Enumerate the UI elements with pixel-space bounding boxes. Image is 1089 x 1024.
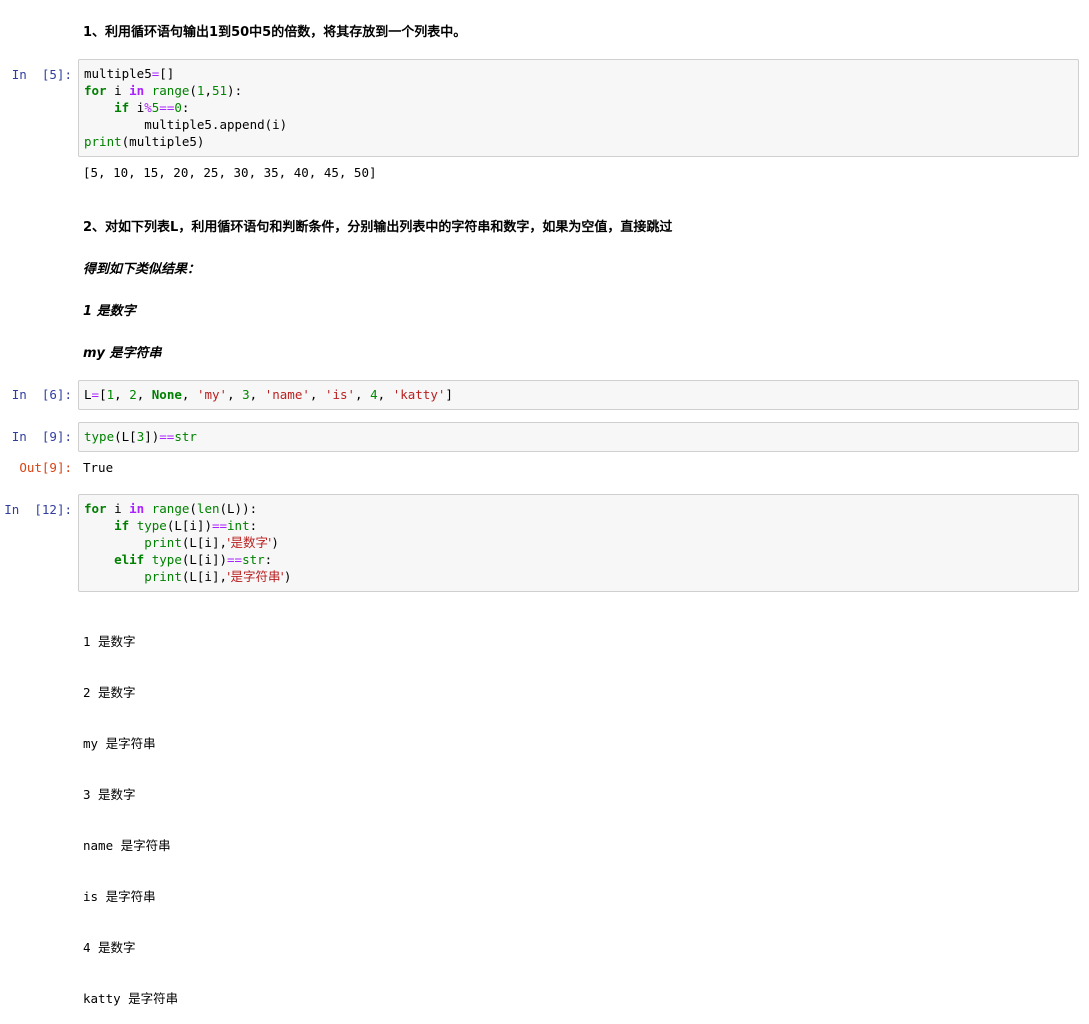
output-line: 2 是数字 — [83, 685, 136, 700]
output-prompt: Out[9]: — [19, 460, 72, 475]
code-cell-input[interactable]: multiple5=[] for i in range(1,51): if i%… — [78, 59, 1079, 157]
code-line: for i in range(len(L)): — [84, 501, 258, 516]
code-cell-input[interactable]: for i in range(len(L)): if type(L[i])==i… — [78, 494, 1079, 592]
code-line: if type(L[i])==int: — [114, 518, 258, 533]
code-line: print(L[i],'是字符串') — [144, 569, 292, 584]
input-prompt: In [9]: — [11, 429, 72, 444]
cell-output: [5, 10, 15, 20, 25, 30, 35, 40, 45, 50] — [83, 165, 377, 180]
code-line: print(multiple5) — [84, 134, 205, 149]
output-line: my 是字符串 — [83, 736, 156, 751]
output-line: 4 是数字 — [83, 940, 136, 955]
markdown-example-2: my 是字符串 — [83, 346, 162, 361]
cell-output: 1 是数字 2 是数字 my 是字符串 3 是数字 name 是字符串 is 是… — [83, 599, 178, 1024]
code-line: elif type(L[i])==str: — [114, 552, 273, 567]
code-line: for i in range(1,51): — [84, 83, 243, 98]
input-prompt: In [6]: — [11, 387, 72, 402]
cell-output: True — [83, 460, 114, 475]
code-cell-input[interactable]: L=[1, 2, None, 'my', 3, 'name', 'is', 4,… — [78, 380, 1079, 410]
markdown-hint: 得到如下类似结果： — [83, 262, 201, 277]
code-line: type(L[3])==str — [84, 429, 197, 444]
code-line: multiple5=[] — [84, 66, 175, 81]
markdown-example-1: 1 是数字 — [83, 304, 136, 319]
output-line: 3 是数字 — [83, 787, 136, 802]
output-line: name 是字符串 — [83, 838, 171, 853]
output-line: 1 是数字 — [83, 634, 136, 649]
code-line: multiple5.append(i) — [84, 117, 288, 132]
output-line: katty 是字符串 — [83, 991, 179, 1006]
code-line: print(L[i],'是数字') — [144, 535, 279, 550]
input-prompt: In [5]: — [11, 67, 72, 82]
markdown-question-1: 1、利用循环语句输出1到50中5的倍数，将其存放到一个列表中。 — [83, 25, 467, 40]
code-line: if i%5==0: — [114, 100, 190, 115]
code-cell-input[interactable]: type(L[3])==str — [78, 422, 1079, 452]
input-prompt: In [12]: — [4, 502, 72, 517]
markdown-question-2: 2、对如下列表L，利用循环语句和判断条件，分别输出列表中的字符串和数字，如果为空… — [83, 220, 673, 235]
output-line: is 是字符串 — [83, 889, 156, 904]
code-line: L=[1, 2, None, 'my', 3, 'name', 'is', 4,… — [84, 387, 453, 402]
